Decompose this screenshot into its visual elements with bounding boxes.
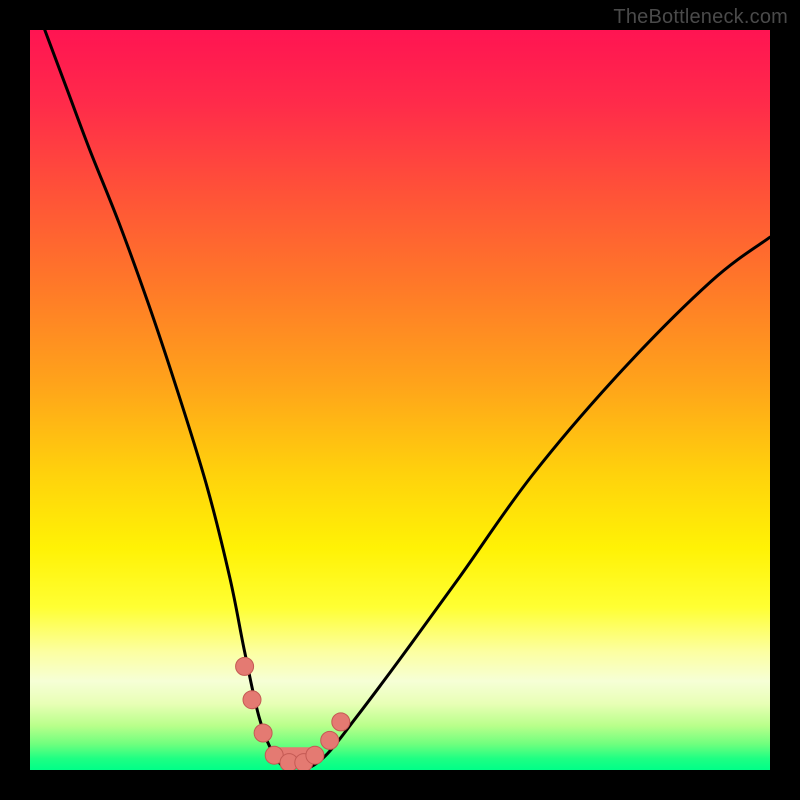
marker-dot bbox=[306, 746, 324, 764]
marker-dot bbox=[321, 731, 339, 749]
curve-layer bbox=[30, 30, 770, 770]
curve-markers bbox=[236, 657, 350, 770]
plot-area bbox=[30, 30, 770, 770]
watermark-text: TheBottleneck.com bbox=[613, 6, 788, 29]
marker-dot bbox=[254, 724, 272, 742]
chart-frame: TheBottleneck.com bbox=[0, 0, 800, 800]
marker-dot bbox=[236, 657, 254, 675]
marker-dot bbox=[332, 713, 350, 731]
bottleneck-curve bbox=[45, 30, 770, 770]
marker-dot bbox=[243, 691, 261, 709]
